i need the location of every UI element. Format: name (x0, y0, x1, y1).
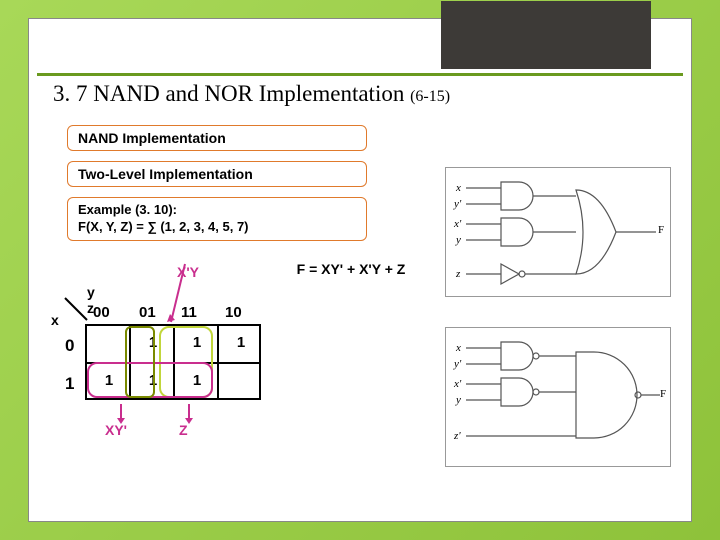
slide-title: 3. 7 NAND and NOR Implementation (6-15) (53, 81, 450, 107)
c1-x: x (456, 182, 461, 194)
arrow-xyp-icon (113, 404, 133, 424)
col-01: 01 (139, 304, 156, 321)
circuit-diagram-1: x y' x' y z F (445, 167, 671, 297)
c2-zp: z' (454, 430, 461, 442)
c2-xp: x' (454, 378, 461, 390)
circuit-2-svg (446, 328, 672, 468)
example-label: Example (3. 10): (78, 202, 356, 219)
group-label-xyp: XY' (105, 422, 127, 438)
c2-yp: y' (454, 358, 461, 370)
dark-corner-box (441, 1, 651, 69)
example-box: Example (3. 10): F(X, Y, Z) = ∑ (1, 2, 3… (67, 197, 367, 241)
arrow-z-icon (181, 404, 201, 424)
c2-x: x (456, 342, 461, 354)
row-1: 1 (65, 374, 74, 394)
c1-xp: x' (454, 218, 461, 230)
result-equation: F = XY' + X'Y + Z (277, 259, 425, 280)
group-label-z: Z (179, 422, 188, 438)
kmap-x-label: x (51, 312, 59, 328)
cell-0-10: 1 (231, 334, 251, 351)
kmap-group-3 (125, 326, 155, 398)
title-underline (37, 73, 683, 76)
circuit-diagram-2: x y' x' y z' F (445, 327, 671, 467)
col-11: 11 (181, 304, 197, 321)
slide-frame: 3. 7 NAND and NOR Implementation (6-15) … (28, 18, 692, 522)
heading-two-level: Two-Level Implementation (67, 161, 367, 187)
title-main: 3. 7 NAND and NOR Implementation (53, 81, 410, 106)
c1-z: z (456, 268, 460, 280)
c1-f: F (658, 224, 664, 236)
c1-yp: y' (454, 198, 461, 210)
c2-f: F (660, 388, 666, 400)
c2-y: y (456, 394, 461, 406)
c1-y: y (456, 234, 461, 246)
kmap-diagonal-icon (61, 294, 91, 324)
heading-nand: NAND Implementation (67, 125, 367, 151)
circuit-1-svg (446, 168, 672, 298)
col-10: 10 (225, 304, 242, 321)
col-00: 00 (93, 304, 110, 321)
row-0: 0 (65, 336, 74, 356)
example-formula: F(X, Y, Z) = ∑ (1, 2, 3, 4, 5, 7) (78, 219, 356, 236)
title-sub: (6-15) (410, 88, 450, 105)
